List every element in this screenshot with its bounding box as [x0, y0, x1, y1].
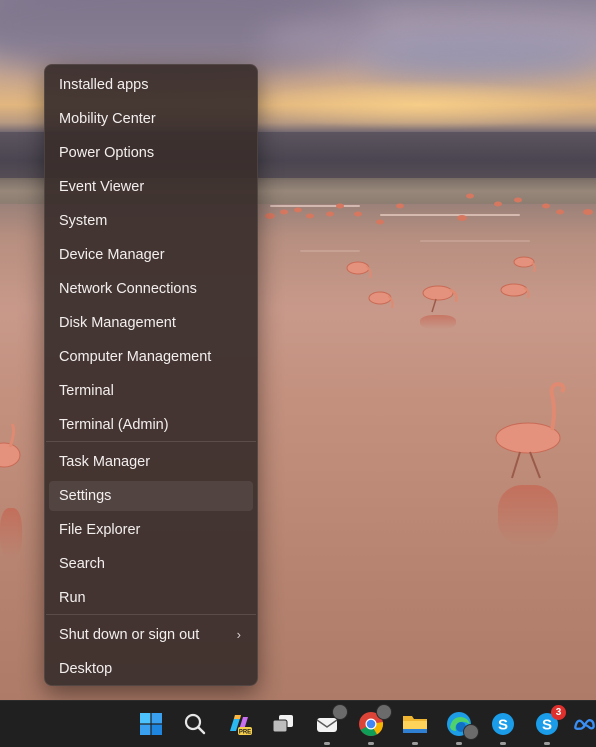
menu-item-label: Mobility Center	[59, 111, 156, 127]
menu-item-network-connections[interactable]: Network Connections	[49, 274, 253, 304]
menu-item-shut-down-or-sign-out[interactable]: Shut down or sign out ›	[49, 620, 253, 650]
user-avatar-icon	[332, 704, 348, 720]
menu-item-label: Shut down or sign out	[59, 627, 200, 643]
menu-item-label: Terminal	[59, 383, 114, 399]
menu-item-label: Settings	[59, 488, 112, 504]
skype-insider-icon[interactable]: S 3	[529, 705, 566, 745]
menu-item-mobility-center[interactable]: Mobility Center	[49, 104, 253, 134]
menu-separator	[46, 441, 256, 442]
skype-icon[interactable]: S	[485, 706, 521, 745]
search-icon[interactable]	[177, 706, 213, 742]
user-avatar-icon	[463, 724, 479, 740]
user-avatar-icon	[376, 704, 392, 720]
mail-icon[interactable]	[309, 704, 348, 745]
menu-item-label: Computer Management	[59, 349, 212, 365]
menu-item-label: File Explorer	[59, 522, 141, 538]
menu-item-file-explorer[interactable]: File Explorer	[49, 515, 253, 545]
menu-item-power-options[interactable]: Power Options	[49, 138, 253, 168]
menu-item-label: Disk Management	[59, 315, 176, 331]
menu-item-label: Installed apps	[59, 77, 149, 93]
menu-item-task-manager[interactable]: Task Manager	[49, 447, 253, 477]
meta-icon[interactable]	[573, 706, 596, 742]
menu-item-terminal[interactable]: Terminal	[49, 376, 253, 406]
menu-item-system[interactable]: System	[49, 206, 253, 236]
menu-item-device-manager[interactable]: Device Manager	[49, 240, 253, 270]
menu-item-desktop[interactable]: Desktop	[49, 654, 253, 684]
menu-item-label: Event Viewer	[59, 179, 145, 195]
file-explorer-icon[interactable]	[397, 706, 433, 745]
menu-item-terminal-admin[interactable]: Terminal (Admin)	[49, 410, 253, 440]
svg-text:S: S	[498, 717, 508, 734]
pre-label: PRE	[239, 730, 251, 736]
windows-start-icon[interactable]	[133, 706, 169, 742]
menu-item-settings[interactable]: Settings	[49, 481, 253, 511]
menu-item-label: Network Connections	[59, 281, 197, 297]
menu-item-label: Search	[59, 556, 105, 572]
quick-link-context-menu: Installed apps Mobility Center Power Optio…	[44, 64, 258, 686]
menu-item-installed-apps[interactable]: Installed apps	[49, 70, 253, 100]
menu-item-label: Power Options	[59, 145, 155, 161]
taskbar: PRE S S 3	[0, 700, 596, 747]
menu-separator	[46, 614, 256, 615]
menu-item-disk-management[interactable]: Disk Management	[49, 308, 253, 338]
menu-item-label: System	[59, 213, 108, 229]
task-view-icon[interactable]	[265, 706, 301, 742]
menu-item-label: Terminal (Admin)	[59, 417, 169, 433]
menu-item-event-viewer[interactable]: Event Viewer	[49, 172, 253, 202]
copilot-pre-icon[interactable]: PRE	[221, 706, 257, 742]
chevron-right-icon: ›	[236, 627, 241, 642]
menu-item-computer-management[interactable]: Computer Management	[49, 342, 253, 372]
menu-item-search[interactable]: Search	[49, 549, 253, 579]
edge-icon[interactable]	[441, 706, 479, 745]
menu-item-run[interactable]: Run	[49, 583, 253, 613]
chrome-icon[interactable]	[353, 704, 392, 745]
menu-item-label: Task Manager	[59, 454, 151, 470]
notification-badge: 3	[551, 705, 566, 720]
menu-item-label: Run	[59, 590, 86, 606]
menu-item-label: Device Manager	[59, 247, 165, 263]
svg-text:S: S	[542, 717, 552, 734]
menu-item-label: Desktop	[59, 661, 113, 677]
